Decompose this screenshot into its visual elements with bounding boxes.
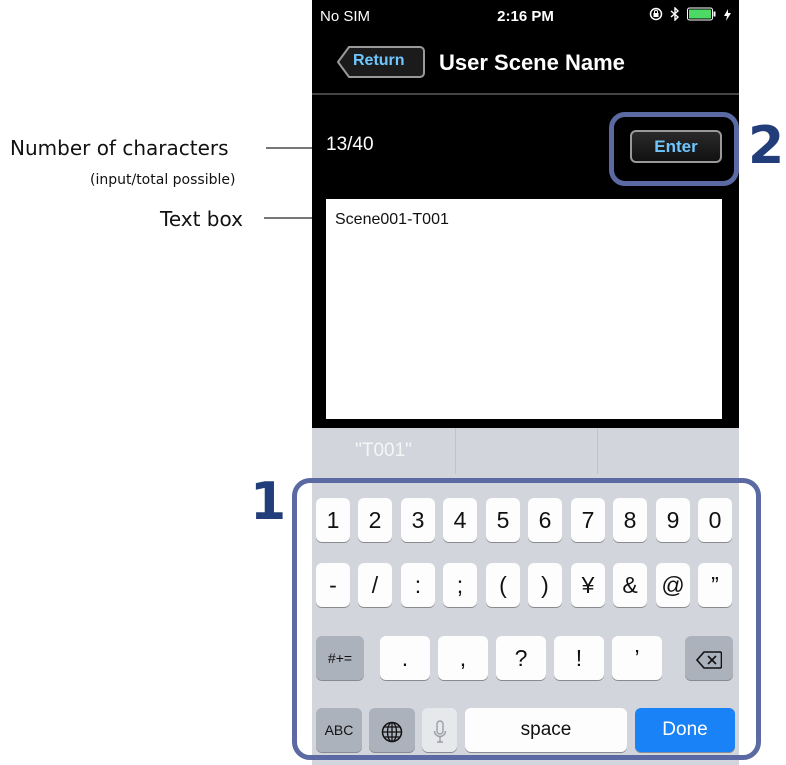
bluetooth-icon (670, 6, 680, 25)
suggestion-2[interactable] (456, 428, 597, 474)
count-annotation-sublabel: (input/total possible) (90, 172, 236, 188)
callout-enter-number: 2 (748, 116, 785, 176)
suggestion-bar: "T001" (312, 428, 739, 474)
scene-name-textbox[interactable]: Scene001-T001 (326, 199, 722, 419)
suggestion-1[interactable]: "T001" (312, 428, 455, 474)
count-annotation-label: Number of characters (10, 136, 229, 160)
status-icons (649, 6, 731, 25)
page-title: User Scene Name (439, 50, 625, 75)
character-count: 13/40 (326, 134, 374, 155)
keyboard-callout-outline (292, 478, 761, 760)
callout-keyboard-number: 1 (250, 472, 287, 532)
nav-divider (312, 93, 739, 95)
charging-bolt-icon (724, 8, 731, 25)
nav-bar: Return User Scene Name (312, 32, 739, 92)
return-button[interactable]: Return (337, 46, 425, 78)
battery-icon (687, 7, 717, 25)
lock-rotation-icon (649, 7, 663, 25)
return-label: Return (353, 52, 405, 69)
textbox-value: Scene001-T001 (335, 211, 449, 228)
status-bar: No SIM 2:16 PM (312, 0, 739, 32)
suggestion-3[interactable] (598, 428, 739, 474)
textbox-annotation-label: Text box (160, 207, 243, 231)
enter-callout-outline (609, 112, 739, 186)
